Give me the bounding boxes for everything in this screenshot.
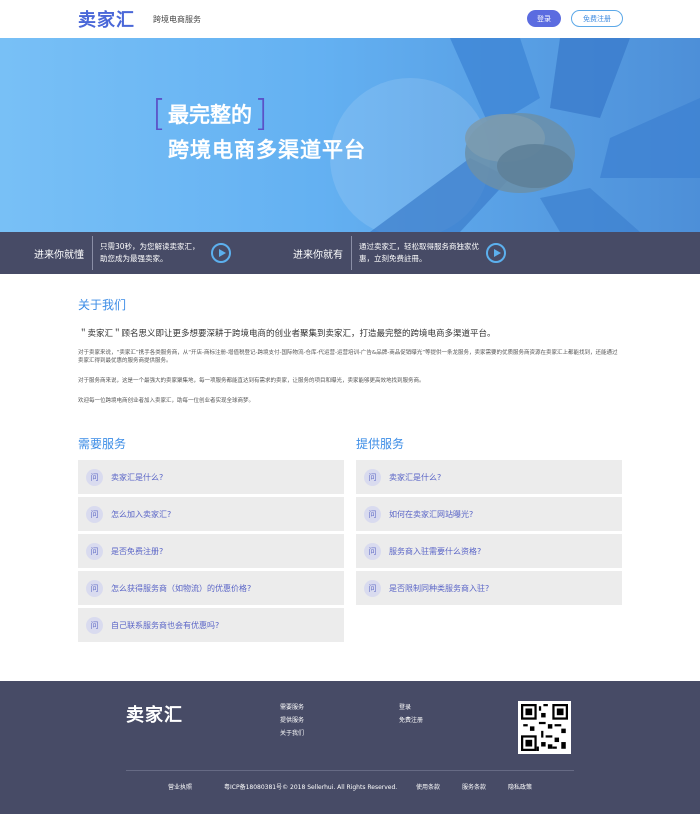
question-icon: 问 — [86, 468, 103, 486]
faq-question: 服务商入驻需要什么资格? — [389, 546, 482, 556]
question-icon: 问 — [364, 468, 381, 486]
top-header: 卖家汇 跨境电商服务 登录 免费注册 — [0, 0, 700, 38]
footer-privacy-link[interactable]: 隐私政策 — [508, 782, 532, 791]
hero-title-line1: 最完整的 — [168, 103, 253, 127]
faq-question: 如何在卖家汇网站曝光? — [389, 509, 474, 519]
faq-section: 需要服务 问卖家汇是什么? 问怎么加入卖家汇? 问是否免费注册? 问怎么获得服务… — [0, 405, 700, 645]
about-paragraph: 对于服务商来说，这是一个最强大的卖家聚集地，每一项服务都能直达到有需求的卖家，让… — [78, 378, 425, 384]
faq-item[interactable]: 问卖家汇是什么? — [78, 460, 344, 494]
bracket-right-icon: ] — [254, 93, 269, 134]
question-icon: 问 — [86, 542, 103, 560]
faq-question: 卖家汇是什么? — [111, 472, 164, 482]
about-title: 关于我们 — [78, 298, 127, 312]
bracket-left-icon: [ — [152, 93, 167, 134]
faq-item[interactable]: 问怎么加入卖家汇? — [78, 497, 344, 531]
register-button[interactable]: 免费注册 — [571, 10, 623, 27]
site-tagline: 跨境电商服务 — [153, 14, 201, 24]
about-intro: ＂卖家汇＂顾名思义即让更多想要深耕于跨境电商的创业者聚集到卖家汇，打造最完整的跨… — [79, 329, 496, 339]
hero-banner: [ 最完整的 ] 跨境电商多渠道平台 — [0, 38, 700, 232]
footer-link-about[interactable]: 关于我们 — [280, 727, 304, 740]
about-section: 关于我们 ＂卖家汇＂顾名思义即让更多想要深耕于跨境电商的创业者聚集到卖家汇，打造… — [0, 274, 700, 405]
question-icon: 问 — [86, 616, 103, 634]
footer-divider — [126, 770, 574, 771]
faq-item[interactable]: 问如何在卖家汇网站曝光? — [356, 497, 622, 531]
play-icon[interactable] — [486, 243, 506, 263]
faq-question: 卖家汇是什么? — [389, 472, 442, 482]
faq-question: 怎么获得服务商（如物流）的优惠价格? — [111, 583, 252, 593]
footer-service-terms-link[interactable]: 服务条款 — [462, 782, 486, 791]
footer-links-col2: 登录 免费注册 — [399, 701, 423, 727]
faq-item[interactable]: 问是否限制同种类服务商入驻? — [356, 571, 622, 605]
faq-question: 自己联系服务商也会有优惠吗? — [111, 620, 220, 630]
footer-logo[interactable]: 卖家汇 — [126, 701, 183, 727]
footer-license-link[interactable]: 营业执照 — [168, 782, 192, 791]
footer-copyright: 粤ICP备18080381号© 2018 Sellerhui. All Righ… — [224, 784, 398, 791]
faq-question: 是否免费注册? — [111, 546, 164, 556]
strip-item-have[interactable]: 进来你就有 通过卖家汇，轻松取得服务商独家优惠，立刻免费註冊。 — [269, 236, 506, 270]
qr-code-icon — [518, 701, 571, 754]
site-footer: 卖家汇 需要服务 提供服务 关于我们 登录 免费注册 营业执照 粤ICP备180… — [0, 681, 700, 814]
faq-item[interactable]: 问是否免费注册? — [78, 534, 344, 568]
faq-item[interactable]: 问怎么获得服务商（如物流）的优惠价格? — [78, 571, 344, 605]
question-icon: 问 — [364, 579, 381, 597]
faq-item[interactable]: 问卖家汇是什么? — [356, 460, 622, 494]
footer-terms-of-use-link[interactable]: 使用条款 — [416, 782, 440, 791]
faq-question: 怎么加入卖家汇? — [111, 509, 172, 519]
faq-item[interactable]: 问服务商入驻需要什么资格? — [356, 534, 622, 568]
footer-link-provide-service[interactable]: 提供服务 — [280, 714, 304, 727]
faq-provide-title: 提供服务 — [356, 437, 405, 451]
footer-link-need-service[interactable]: 需要服务 — [280, 701, 304, 714]
strip-item-understand[interactable]: 进来你就懂 只需30秒，为您解读卖家汇，助您成为最强卖家。 — [10, 236, 231, 270]
question-icon: 问 — [364, 542, 381, 560]
strip-title: 进来你就懂 — [34, 249, 84, 261]
logo-text: 卖家汇 — [78, 10, 135, 31]
question-icon: 问 — [86, 579, 103, 597]
question-icon: 问 — [86, 505, 103, 523]
site-logo[interactable]: 卖家汇 — [78, 6, 135, 32]
faq-provide-column: 提供服务 问卖家汇是什么? 问如何在卖家汇网站曝光? 问服务商入驻需要什么资格?… — [356, 435, 622, 645]
about-paragraph: 欢迎每一位跨境电商创业者加入卖家汇，助每一位创业者实现全球商梦。 — [78, 398, 255, 404]
faq-need-column: 需要服务 问卖家汇是什么? 问怎么加入卖家汇? 问是否免费注册? 问怎么获得服务… — [78, 435, 344, 645]
footer-links-col1: 需要服务 提供服务 关于我们 — [280, 701, 304, 740]
footer-link-register[interactable]: 免费注册 — [399, 714, 423, 727]
faq-question: 是否限制同种类服务商入驻? — [389, 583, 490, 593]
about-paragraph: 对于卖家来说，“卖家汇”携手各类服务商，从“开店-商标注册-增值税登记-跨境支付… — [78, 350, 618, 364]
intro-strip: 进来你就懂 只需30秒，为您解读卖家汇，助您成为最强卖家。 进来你就有 通过卖家… — [0, 232, 700, 274]
play-icon[interactable] — [211, 243, 231, 263]
faq-need-title: 需要服务 — [78, 437, 127, 451]
footer-link-login[interactable]: 登录 — [399, 701, 423, 714]
faq-item[interactable]: 问自己联系服务商也会有优惠吗? — [78, 608, 344, 642]
strip-desc: 只需30秒，为您解读卖家汇，助您成为最强卖家。 — [100, 242, 200, 263]
strip-title: 进来你就有 — [293, 249, 343, 261]
strip-desc: 通过卖家汇，轻松取得服务商独家优惠，立刻免费註冊。 — [359, 242, 479, 263]
hands-illustration — [370, 38, 700, 232]
hero-title-line2: 跨境电商多渠道平台 — [168, 138, 366, 162]
login-button[interactable]: 登录 — [527, 10, 561, 27]
question-icon: 问 — [364, 505, 381, 523]
